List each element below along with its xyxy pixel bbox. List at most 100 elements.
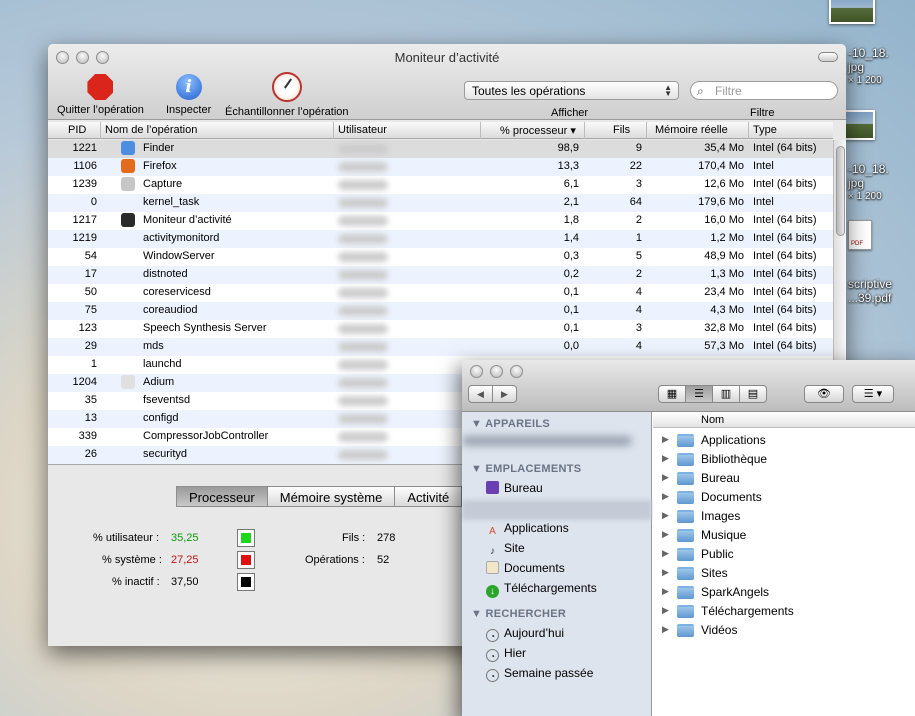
process-row[interactable]: 29 mds 0,0 4 57,3 Mo Intel (64 bits) — [48, 338, 833, 356]
cover-flow-button[interactable]: ▤ — [739, 385, 767, 403]
process-row[interactable]: 75 coreaudiod 0,1 4 4,3 Mo Intel (64 bits) — [48, 302, 833, 320]
desktop-file-3[interactable]: scriptive ...39.pdf — [848, 277, 892, 305]
user-color-swatch[interactable] — [237, 529, 255, 547]
desktop-file-2[interactable]: -10_18. jpg × 1 200 — [848, 162, 889, 204]
disclosure-triangle-icon[interactable]: ▶ — [662, 510, 669, 521]
redacted-user-cell — [338, 162, 388, 172]
column-view-button[interactable]: ▥ — [712, 385, 740, 403]
file-name-line1: scriptive — [848, 277, 893, 291]
sort-descending-icon: ▾ — [570, 125, 576, 137]
sidebar-item-applications[interactable]: A Applications — [486, 521, 569, 538]
system-color-swatch[interactable] — [237, 551, 255, 569]
folder-row[interactable]: ▶ SparkAngels — [653, 583, 915, 602]
sidebar-item-yesterday[interactable]: ◔ Hier — [486, 646, 526, 662]
back-arrow-icon: ◀ — [477, 389, 484, 399]
column-header-pid[interactable]: PID — [68, 124, 86, 136]
back-button[interactable]: ◀ — [468, 385, 493, 403]
folder-row[interactable]: ▶ Téléchargements — [653, 602, 915, 621]
disclosure-triangle-icon[interactable]: ▶ — [662, 491, 669, 502]
sample-process-button[interactable]: Échantillonner l’opération — [225, 72, 349, 118]
toolbar-toggle-button[interactable] — [818, 52, 838, 62]
folder-row[interactable]: ▶ Public — [653, 545, 915, 564]
column-header-type[interactable]: Type — [753, 124, 777, 136]
close-button[interactable] — [470, 365, 483, 378]
minimize-button[interactable] — [490, 365, 503, 378]
folder-row[interactable]: ▶ Sites — [653, 564, 915, 583]
quick-look-button[interactable]: 👁 — [804, 385, 844, 403]
process-row[interactable]: 1221 Finder 98,9 9 35,4 Mo Intel (64 bits) — [48, 140, 833, 158]
process-row[interactable]: 1106 Firefox 13,3 22 170,4 Mo Intel — [48, 158, 833, 176]
sidebar-item-downloads[interactable]: ↓ Téléchargements — [486, 581, 597, 598]
tab-cpu[interactable]: Processeur — [176, 486, 268, 507]
process-row[interactable]: 1239 Capture 6,1 3 12,6 Mo Intel (64 bits) — [48, 176, 833, 194]
disclosure-triangle-icon[interactable]: ▶ — [662, 453, 669, 464]
search-input[interactable]: ⌕ Filtre — [690, 81, 838, 100]
folder-row[interactable]: ▶ Bureau — [653, 469, 915, 488]
sidebar-item-site[interactable]: ♪ Site — [486, 541, 525, 558]
column-header-threads[interactable]: Fils — [613, 124, 630, 136]
column-header-user[interactable]: Utilisateur — [338, 124, 387, 136]
process-row[interactable]: 50 coreservicesd 0,1 4 23,4 Mo Intel (64 bits… — [48, 284, 833, 302]
redacted-user-cell — [338, 306, 388, 316]
redacted-user-cell — [338, 270, 388, 280]
disclosure-triangle-icon[interactable]: ▶ — [662, 567, 669, 578]
sidebar-header-search[interactable]: ▼ RECHERCHER — [471, 608, 566, 620]
desktop-file-1[interactable]: -10_18. jpg × 1 200 — [848, 46, 889, 88]
inspect-button[interactable]: i Inspecter — [166, 74, 211, 116]
process-row[interactable]: 17 distnoted 0,2 2 1,3 Mo Intel (64 bits) — [48, 266, 833, 284]
icon-view-button[interactable]: ▦ — [658, 385, 686, 403]
disclosure-triangle-icon[interactable]: ▶ — [662, 529, 669, 540]
pid-cell: 17 — [84, 268, 97, 280]
process-row[interactable]: 0 kernel_task 2,1 64 179,6 Mo Intel — [48, 194, 833, 212]
sidebar-item-label: Semaine passée — [504, 666, 594, 680]
disclosure-triangle-icon[interactable]: ▶ — [662, 605, 669, 616]
file-name-line1: -10_18. — [848, 46, 889, 60]
cpu-cell: 6,1 — [563, 178, 579, 190]
sidebar-item-label: Applications — [504, 521, 569, 535]
clock-icon: ◔ — [486, 669, 499, 682]
selected-sidebar-item[interactable] — [462, 500, 652, 520]
process-filter-select[interactable]: Toutes les opérations ▲ ▼ — [464, 81, 679, 100]
folder-row[interactable]: ▶ Images — [653, 507, 915, 526]
icon-view-icon: ▦ — [666, 388, 678, 400]
adium-icon — [121, 375, 135, 389]
process-row[interactable]: 54 WindowServer 0,3 5 48,9 Mo Intel (64 bits) — [48, 248, 833, 266]
tab-activity[interactable]: Activité — [394, 486, 463, 507]
tab-system-memory[interactable]: Mémoire système — [266, 486, 396, 507]
column-header-name[interactable]: Nom de l’opération — [105, 124, 197, 136]
action-menu-button[interactable]: ☰ ▾ — [852, 385, 894, 403]
process-row[interactable]: 123 Speech Synthesis Server 0,1 3 32,8 Mo Int… — [48, 320, 833, 338]
desktop-image-thumbnail[interactable] — [829, 0, 875, 24]
sidebar-item-documents[interactable]: Documents — [486, 561, 565, 575]
folder-row[interactable]: ▶ Documents — [653, 488, 915, 507]
disclosure-triangle-icon[interactable]: ▶ — [662, 548, 669, 559]
zoom-button[interactable] — [510, 365, 523, 378]
pdf-file-icon[interactable]: PDF — [848, 220, 872, 250]
folder-row[interactable]: ▶ Vidéos — [653, 621, 915, 640]
disclosure-triangle-icon[interactable]: ▶ — [662, 472, 669, 483]
sidebar-header-devices[interactable]: ▼ APPAREILS — [471, 418, 550, 430]
folder-row[interactable]: ▶ Musique — [653, 526, 915, 545]
sidebar-item-today[interactable]: ◔ Aujourd’hui — [486, 626, 564, 642]
scrollbar-thumb[interactable] — [836, 146, 845, 236]
sidebar-header-places[interactable]: ▼ EMPLACEMENTS — [471, 463, 581, 475]
quit-process-button[interactable]: Quitter l’opération — [57, 74, 144, 116]
sidebar-item-last-week[interactable]: ◔ Semaine passée — [486, 666, 593, 682]
column-header-name[interactable]: Nom — [653, 412, 915, 428]
process-row[interactable]: 1219 activitymonitord 1,4 1 1,2 Mo Intel (64 … — [48, 230, 833, 248]
threads-label: Fils : — [342, 532, 366, 544]
idle-color-swatch[interactable] — [237, 573, 255, 591]
sidebar-item-desktop[interactable]: Bureau — [486, 481, 543, 495]
disclosure-triangle-icon[interactable]: ▶ — [662, 434, 669, 445]
disclosure-triangle-icon[interactable]: ▶ — [662, 624, 669, 635]
folder-row[interactable]: ▶ Bibliothèque — [653, 450, 915, 469]
forward-button[interactable]: ▶ — [492, 385, 517, 403]
process-row[interactable]: 1217 Moniteur d’activité 1,8 2 16,0 Mo Intel … — [48, 212, 833, 230]
column-header-cpu[interactable]: % processeur ▾ — [500, 124, 576, 137]
process-name-cell: coreaudiod — [143, 304, 198, 316]
folder-row[interactable]: ▶ Applications — [653, 431, 915, 450]
disclosure-triangle-icon[interactable]: ▶ — [662, 586, 669, 597]
memory-cell: 32,8 Mo — [704, 322, 744, 334]
list-view-button[interactable]: ☰ — [685, 385, 713, 403]
column-header-memory[interactable]: Mémoire réelle — [655, 124, 728, 136]
